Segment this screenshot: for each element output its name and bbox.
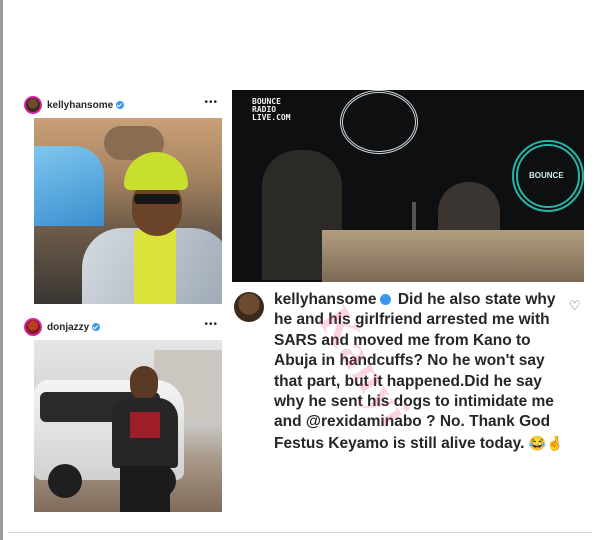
donjazzy-post-card: donjazzy ••• bbox=[20, 314, 224, 514]
post-header: donjazzy ••• bbox=[20, 314, 224, 340]
ring-light-icon bbox=[340, 90, 418, 154]
bounce-radio-logo: BOUNCE RADIO LIVE.COM bbox=[252, 97, 291, 122]
verified-icon bbox=[379, 294, 391, 306]
verified-icon bbox=[116, 101, 125, 109]
kellyhansome-post-card: kellyhansome ••• bbox=[20, 92, 224, 308]
comment-handle[interactable]: kellyhansome bbox=[274, 291, 377, 308]
verified-icon bbox=[92, 323, 101, 331]
post-photo bbox=[34, 118, 222, 304]
more-options-icon[interactable]: ••• bbox=[204, 319, 218, 330]
post-handle[interactable]: donjazzy bbox=[47, 322, 89, 333]
post-handle[interactable]: kellyhansome bbox=[47, 100, 113, 111]
comment-body: Did he also state why he and his girlfri… bbox=[274, 291, 556, 452]
bottom-border bbox=[8, 532, 592, 533]
post-header: kellyhansome ••• bbox=[20, 92, 224, 118]
avatar[interactable] bbox=[24, 318, 42, 336]
post-photo bbox=[34, 340, 222, 512]
emoji: 😂🤞 bbox=[528, 434, 564, 451]
avatar[interactable] bbox=[24, 96, 42, 114]
avatar[interactable] bbox=[234, 292, 264, 322]
studio-photo: BOUNCE RADIO LIVE.COM BOUNCE bbox=[232, 90, 584, 282]
heart-icon[interactable]: ♡ bbox=[569, 298, 581, 314]
more-options-icon[interactable]: ••• bbox=[204, 97, 218, 108]
bounce-ring-label: BOUNCE bbox=[529, 171, 564, 180]
left-border bbox=[0, 0, 3, 540]
comment-text: kellyhansome Did he also state why he an… bbox=[274, 290, 564, 454]
